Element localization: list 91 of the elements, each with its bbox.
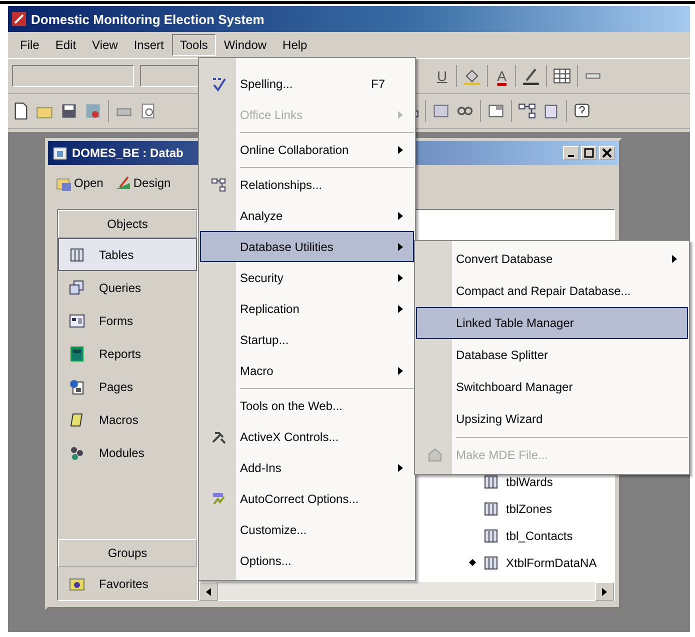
group-item[interactable]: Favorites xyxy=(58,567,197,600)
minimize-icon xyxy=(568,155,574,157)
minimize-button[interactable] xyxy=(563,146,579,160)
object-type-item[interactable]: Reports xyxy=(58,337,197,370)
object-type-item[interactable]: Forms xyxy=(58,304,197,337)
report-icon xyxy=(69,346,85,362)
menu-item[interactable]: Security xyxy=(200,262,414,293)
database-icon[interactable] xyxy=(84,102,102,120)
menu-item[interactable]: Tools on the Web... xyxy=(200,390,414,421)
close-icon xyxy=(602,148,612,158)
menu-bar-item[interactable]: Help xyxy=(274,34,316,56)
relationships-icon xyxy=(211,176,227,192)
menu-item[interactable]: Online Collaboration xyxy=(200,134,414,165)
menu-item[interactable]: Add-Ins xyxy=(200,452,414,483)
house-icon xyxy=(427,447,443,463)
menu-bar-item[interactable]: File xyxy=(12,34,48,56)
menu-bar-item[interactable]: Window xyxy=(216,34,275,56)
underline-button[interactable]: U xyxy=(434,68,450,84)
maximize-button[interactable] xyxy=(581,146,597,160)
window-title: Domestic Monitoring Election System xyxy=(31,12,264,26)
object-type-item[interactable]: Macros xyxy=(58,403,197,436)
toolbar-button[interactable]: Open xyxy=(54,173,106,193)
right-arrow-icon xyxy=(602,588,607,596)
database-icon xyxy=(52,145,68,161)
menu-item[interactable]: AutoCorrect Options... xyxy=(200,483,414,514)
window-icon[interactable] xyxy=(487,102,505,120)
maximize-icon xyxy=(584,148,594,158)
objects-header[interactable]: Objects xyxy=(58,210,197,238)
combo-box[interactable] xyxy=(12,65,134,87)
table-list-item[interactable]: tblWards xyxy=(469,468,614,495)
table-icon xyxy=(69,246,85,262)
table-icon xyxy=(483,474,499,490)
diagram-icon[interactable] xyxy=(518,102,536,120)
menu-item[interactable]: Replication xyxy=(200,293,414,324)
table-list-item[interactable]: XtblFormDataNA xyxy=(469,549,614,576)
table-list-item[interactable]: tbl_Contacts xyxy=(469,522,614,549)
query-icon xyxy=(69,280,85,296)
menu-item[interactable]: Startup... xyxy=(200,324,414,355)
line-color-icon[interactable] xyxy=(522,67,540,85)
table-icon xyxy=(483,528,499,544)
new-object-icon[interactable] xyxy=(542,102,560,120)
autocorrect-icon xyxy=(211,490,227,506)
object-type-item[interactable]: Pages xyxy=(58,370,197,403)
page-icon xyxy=(69,378,85,394)
macro-icon xyxy=(69,412,85,428)
menu-bar-item[interactable]: Tools xyxy=(172,34,216,56)
menu-item[interactable]: Relationships... xyxy=(200,169,414,200)
app-icon xyxy=(11,11,27,27)
table-icon xyxy=(483,500,499,516)
menu-item[interactable]: Options... xyxy=(200,545,414,576)
menu-item[interactable]: Upsizing Wizard xyxy=(416,403,688,435)
menu-item[interactable]: ActiveX Controls... xyxy=(200,421,414,452)
preview-icon[interactable] xyxy=(139,102,157,120)
menu-bar-item[interactable]: Insert xyxy=(126,34,172,56)
menu-item[interactable]: Database Splitter xyxy=(416,339,688,371)
table-list-item[interactable]: tblZones xyxy=(469,495,614,522)
design-icon xyxy=(115,175,132,191)
menu-item[interactable]: Customize... xyxy=(200,514,414,545)
properties-icon[interactable] xyxy=(432,102,450,120)
horizontal-scrollbar[interactable] xyxy=(199,582,614,600)
toolbar-button[interactable]: Design xyxy=(113,173,173,193)
spelling-check-icon xyxy=(211,76,227,92)
font-color-button[interactable]: A xyxy=(494,68,510,84)
menu-item[interactable]: Database Utilities xyxy=(200,231,414,262)
menu-item[interactable]: Switchboard Manager xyxy=(416,371,688,403)
form-icon xyxy=(69,312,85,328)
menu-item[interactable]: Spelling... F7 xyxy=(200,68,414,99)
table-icon xyxy=(483,554,499,570)
menu-item[interactable]: Macro xyxy=(200,355,414,386)
menu-item[interactable]: Analyze xyxy=(200,200,414,231)
scroll-right-button[interactable] xyxy=(595,582,614,601)
menu-item[interactable]: Convert Database xyxy=(416,243,688,275)
object-type-item[interactable]: Queries xyxy=(58,271,197,304)
left-arrow-icon xyxy=(206,588,211,596)
module-icon xyxy=(69,444,85,460)
new-icon[interactable] xyxy=(12,102,30,120)
object-type-item[interactable]: Tables xyxy=(58,238,197,271)
menu-bar-item[interactable]: View xyxy=(84,34,126,56)
scroll-left-button[interactable] xyxy=(199,582,218,601)
menu-item[interactable]: Linked Table Manager xyxy=(416,307,688,339)
menu-bar-item[interactable]: Edit xyxy=(47,34,84,56)
close-button[interactable] xyxy=(599,146,615,160)
groups-header[interactable]: Groups xyxy=(58,539,197,567)
grid-icon[interactable] xyxy=(553,67,572,85)
fill-color-icon[interactable] xyxy=(463,67,482,85)
help-icon[interactable] xyxy=(573,102,591,120)
save-icon[interactable] xyxy=(60,102,78,120)
object-type-item[interactable]: Modules xyxy=(58,436,197,469)
favorites-icon xyxy=(69,576,85,592)
menu-item[interactable]: Compact and Repair Database... xyxy=(416,275,688,307)
database-window-title: DOMES_BE : Datab xyxy=(72,146,184,160)
